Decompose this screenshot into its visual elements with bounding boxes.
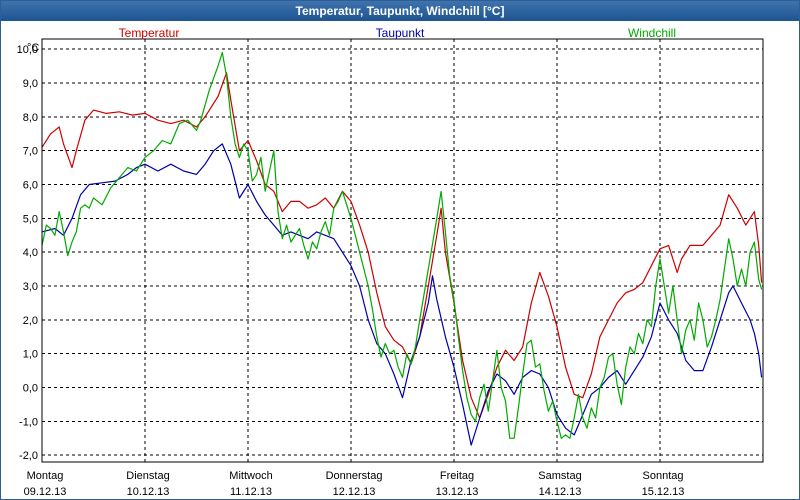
- y-tick-label: 4,0: [23, 247, 38, 259]
- x-tick-weekday: Mittwoch: [229, 470, 272, 482]
- x-tick-date: 10.12.13: [127, 486, 170, 498]
- series-lines: [41, 51, 763, 446]
- y-tick-label: -1,0: [19, 416, 38, 428]
- series-line-temperatur: [41, 72, 763, 419]
- y-tick-label: 7,0: [23, 146, 38, 158]
- chart-window: Temperatur, Taupunkt, Windchill [°C] °C …: [0, 0, 800, 500]
- plot-frame: [41, 38, 764, 463]
- x-tick-weekday: Dienstag: [126, 470, 169, 482]
- x-tick-date: 13.12.13: [436, 486, 479, 498]
- y-tick-label: 9,0: [23, 78, 38, 90]
- x-tick-date: 15.12.13: [642, 486, 685, 498]
- x-tick-labels: Montag 09.12.13 Dienstag 10.12.13 Mittwoch 11…: [24, 470, 685, 498]
- y-tick-label: 1,0: [23, 349, 38, 361]
- series-line-taupunkt: [41, 143, 763, 446]
- x-tick-date: 12.12.13: [333, 486, 376, 498]
- y-tick-label: 0,0: [23, 383, 38, 395]
- x-tick-date: 11.12.13: [230, 486, 272, 498]
- legend: Temperatur Taupunkt Windchill: [119, 26, 676, 40]
- x-tick-weekday: Freitag: [440, 470, 474, 482]
- y-tick-label: 3,0: [23, 281, 38, 293]
- y-tick-label: 8,0: [23, 112, 38, 124]
- window-title: Temperatur, Taupunkt, Windchill [°C]: [1, 1, 799, 21]
- y-tick-label: 5,0: [23, 213, 38, 225]
- legend-entry-taupunkt: Taupunkt: [376, 26, 425, 40]
- y-tick-label: 2,0: [23, 315, 38, 327]
- line-chart: °C 10,09,08,07,06,05,04,03,02,01,00,0-1,…: [17, 26, 764, 498]
- x-tick-date: 09.12.13: [24, 486, 67, 498]
- y-tick-label: -2,0: [19, 450, 38, 462]
- legend-entry-windchill: Windchill: [628, 26, 676, 40]
- x-tick-weekday: Montag: [27, 470, 64, 482]
- y-tick-label: 10,0: [17, 44, 38, 56]
- legend-entry-temperatur: Temperatur: [119, 26, 180, 40]
- x-tick-weekday: Donnerstag: [326, 470, 383, 482]
- x-tick-date: 14.12.13: [539, 486, 582, 498]
- y-tick-label: 6,0: [23, 180, 38, 192]
- y-tick-labels: 10,0 9,0 8,0 7,0 6,0 5,0 4,0 3,0 2,0 1,0 0,0 -1,0 -2…: [17, 44, 38, 462]
- grid: [42, 39, 763, 462]
- x-tick-weekday: Sonntag: [643, 470, 684, 482]
- series-line-windchill: [41, 51, 763, 439]
- x-tick-weekday: Samstag: [538, 470, 581, 482]
